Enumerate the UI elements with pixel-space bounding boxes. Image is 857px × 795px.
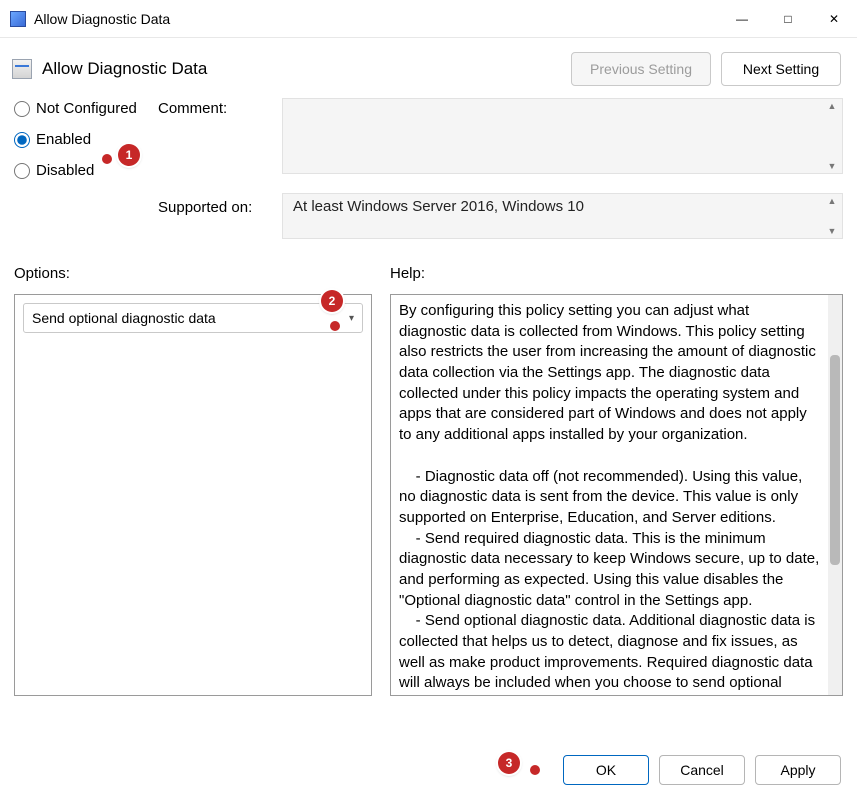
annotation-badge-2: 2 <box>321 290 343 312</box>
policy-header: Allow Diagnostic Data Previous Setting N… <box>0 38 857 98</box>
scrollbar-thumb[interactable] <box>830 355 840 565</box>
supported-on-label: Supported on: <box>158 179 278 239</box>
scroll-down-icon[interactable]: ▼ <box>826 161 838 171</box>
comment-label: Comment: <box>158 98 278 179</box>
help-panel: By configuring this policy setting you c… <box>390 294 843 696</box>
policy-icon <box>12 59 32 79</box>
app-icon <box>10 11 26 27</box>
options-dropdown[interactable]: Send optional diagnostic data ▾ <box>23 303 363 333</box>
ok-button[interactable]: OK <box>563 755 649 785</box>
options-label: Options: <box>14 265 390 282</box>
annotation-dot-3 <box>530 765 540 775</box>
previous-setting-button[interactable]: Previous Setting <box>571 52 711 86</box>
dialog-footer: OK Cancel Apply <box>563 755 841 785</box>
chevron-down-icon: ▾ <box>349 313 354 324</box>
annotation-badge-1: 1 <box>118 144 140 166</box>
scroll-down-icon[interactable]: ▼ <box>826 226 838 236</box>
radio-disabled-input[interactable] <box>14 163 30 179</box>
apply-button[interactable]: Apply <box>755 755 841 785</box>
scroll-up-icon[interactable]: ▲ <box>826 101 838 111</box>
radio-enabled-label: Enabled <box>36 131 91 148</box>
window-title: Allow Diagnostic Data <box>34 11 719 27</box>
options-panel: Send optional diagnostic data ▾ <box>14 294 372 696</box>
supported-on-text: At least Windows Server 2016, Windows 10 <box>293 198 584 215</box>
help-text: By configuring this policy setting you c… <box>391 295 828 695</box>
radio-enabled-input[interactable] <box>14 132 30 148</box>
radio-not-configured[interactable]: Not Configured <box>14 100 154 117</box>
next-setting-button[interactable]: Next Setting <box>721 52 841 86</box>
titlebar: Allow Diagnostic Data — □ ✕ <box>0 0 857 38</box>
maximize-button[interactable]: □ <box>765 0 811 38</box>
options-dropdown-value: Send optional diagnostic data <box>32 310 216 326</box>
minimize-button[interactable]: — <box>719 0 765 38</box>
cancel-button[interactable]: Cancel <box>659 755 745 785</box>
annotation-dot-1 <box>102 154 112 164</box>
radio-disabled-label: Disabled <box>36 162 94 179</box>
radio-not-configured-label: Not Configured <box>36 100 137 117</box>
close-button[interactable]: ✕ <box>811 0 857 38</box>
annotation-badge-3: 3 <box>498 752 520 774</box>
help-scrollbar[interactable] <box>828 295 842 695</box>
comment-field[interactable]: ▲ ▼ <box>282 98 843 174</box>
scroll-up-icon[interactable]: ▲ <box>826 196 838 206</box>
annotation-dot-2 <box>330 321 340 331</box>
supported-on-field: At least Windows Server 2016, Windows 10… <box>282 193 843 239</box>
help-label: Help: <box>390 265 843 282</box>
radio-not-configured-input[interactable] <box>14 101 30 117</box>
policy-title: Allow Diagnostic Data <box>42 59 561 79</box>
